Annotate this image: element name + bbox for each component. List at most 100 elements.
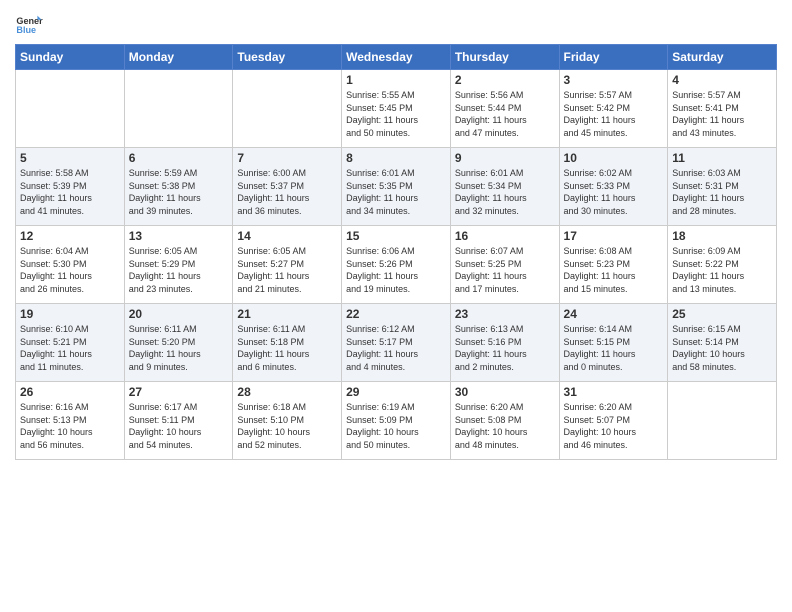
calendar-cell: 29 Sunrise: 6:19 AM Sunset: 5:09 PM Dayli… <box>342 382 451 460</box>
calendar-cell <box>233 70 342 148</box>
calendar-cell: 17 Sunrise: 6:08 AM Sunset: 5:23 PM Dayli… <box>559 226 668 304</box>
day-number: 4 <box>672 73 772 87</box>
logo: General Blue <box>15 10 43 38</box>
calendar-cell: 24 Sunrise: 6:14 AM Sunset: 5:15 PM Dayli… <box>559 304 668 382</box>
day-info: Sunrise: 6:01 AM Sunset: 5:35 PM Dayligh… <box>346 167 446 217</box>
day-info: Sunrise: 5:57 AM Sunset: 5:41 PM Dayligh… <box>672 89 772 139</box>
calendar-cell <box>668 382 777 460</box>
calendar-cell: 20 Sunrise: 6:11 AM Sunset: 5:20 PM Dayli… <box>124 304 233 382</box>
day-number: 17 <box>564 229 664 243</box>
day-number: 2 <box>455 73 555 87</box>
calendar-cell: 23Sunrise: 6:13 AM Sunset: 5:16 PM Dayli… <box>450 304 559 382</box>
calendar-cell: 31 Sunrise: 6:20 AM Sunset: 5:07 PM Dayli… <box>559 382 668 460</box>
calendar-cell: 2 Sunrise: 5:56 AM Sunset: 5:44 PM Daylig… <box>450 70 559 148</box>
weekday-header-saturday: Saturday <box>668 45 777 70</box>
calendar-cell: 30 Sunrise: 6:20 AM Sunset: 5:08 PM Dayli… <box>450 382 559 460</box>
calendar-week-2: 5 Sunrise: 5:58 AM Sunset: 5:39 PM Daylig… <box>16 148 777 226</box>
calendar-cell: 12Sunrise: 6:04 AM Sunset: 5:30 PM Dayli… <box>16 226 125 304</box>
day-info: Sunrise: 6:03 AM Sunset: 5:31 PM Dayligh… <box>672 167 772 217</box>
day-info: Sunrise: 6:15 AM Sunset: 5:14 PM Dayligh… <box>672 323 772 373</box>
svg-text:Blue: Blue <box>16 25 36 35</box>
calendar-cell: 21Sunrise: 6:11 AM Sunset: 5:18 PM Dayli… <box>233 304 342 382</box>
calendar-cell: 16Sunrise: 6:07 AM Sunset: 5:25 PM Dayli… <box>450 226 559 304</box>
calendar-cell: 11 Sunrise: 6:03 AM Sunset: 5:31 PM Dayli… <box>668 148 777 226</box>
weekday-header-row: SundayMondayTuesdayWednesdayThursdayFrid… <box>16 45 777 70</box>
weekday-header-tuesday: Tuesday <box>233 45 342 70</box>
calendar-week-5: 26 Sunrise: 6:16 AM Sunset: 5:13 PM Dayli… <box>16 382 777 460</box>
day-number: 7 <box>237 151 337 165</box>
calendar-cell <box>124 70 233 148</box>
calendar-cell: 27 Sunrise: 6:17 AM Sunset: 5:11 PM Dayli… <box>124 382 233 460</box>
calendar-week-4: 19 Sunrise: 6:10 AM Sunset: 5:21 PM Dayli… <box>16 304 777 382</box>
day-info: Sunrise: 6:20 AM Sunset: 5:07 PM Dayligh… <box>564 401 664 451</box>
day-info: Sunrise: 6:05 AM Sunset: 5:27 PM Dayligh… <box>237 245 337 295</box>
day-info: Sunrise: 6:01 AM Sunset: 5:34 PM Dayligh… <box>455 167 555 217</box>
weekday-header-thursday: Thursday <box>450 45 559 70</box>
day-number: 20 <box>129 307 229 321</box>
day-info: Sunrise: 6:02 AM Sunset: 5:33 PM Dayligh… <box>564 167 664 217</box>
calendar-cell: 1Sunrise: 5:55 AM Sunset: 5:45 PM Daylig… <box>342 70 451 148</box>
day-number: 13 <box>129 229 229 243</box>
day-info: Sunrise: 6:09 AM Sunset: 5:22 PM Dayligh… <box>672 245 772 295</box>
day-number: 31 <box>564 385 664 399</box>
calendar-week-3: 12Sunrise: 6:04 AM Sunset: 5:30 PM Dayli… <box>16 226 777 304</box>
calendar-cell: 7Sunrise: 6:00 AM Sunset: 5:37 PM Daylig… <box>233 148 342 226</box>
calendar-week-1: 1Sunrise: 5:55 AM Sunset: 5:45 PM Daylig… <box>16 70 777 148</box>
day-number: 30 <box>455 385 555 399</box>
day-info: Sunrise: 6:11 AM Sunset: 5:20 PM Dayligh… <box>129 323 229 373</box>
calendar-cell: 4 Sunrise: 5:57 AM Sunset: 5:41 PM Daylig… <box>668 70 777 148</box>
day-number: 8 <box>346 151 446 165</box>
calendar-cell: 19 Sunrise: 6:10 AM Sunset: 5:21 PM Dayli… <box>16 304 125 382</box>
day-info: Sunrise: 6:19 AM Sunset: 5:09 PM Dayligh… <box>346 401 446 451</box>
calendar-cell: 22 Sunrise: 6:12 AM Sunset: 5:17 PM Dayli… <box>342 304 451 382</box>
day-info: Sunrise: 6:17 AM Sunset: 5:11 PM Dayligh… <box>129 401 229 451</box>
calendar-cell: 14 Sunrise: 6:05 AM Sunset: 5:27 PM Dayli… <box>233 226 342 304</box>
day-info: Sunrise: 6:05 AM Sunset: 5:29 PM Dayligh… <box>129 245 229 295</box>
calendar-cell: 10Sunrise: 6:02 AM Sunset: 5:33 PM Dayli… <box>559 148 668 226</box>
day-number: 15 <box>346 229 446 243</box>
day-number: 24 <box>564 307 664 321</box>
weekday-header-friday: Friday <box>559 45 668 70</box>
calendar-cell: 5 Sunrise: 5:58 AM Sunset: 5:39 PM Daylig… <box>16 148 125 226</box>
day-number: 27 <box>129 385 229 399</box>
calendar-cell: 6Sunrise: 5:59 AM Sunset: 5:38 PM Daylig… <box>124 148 233 226</box>
day-info: Sunrise: 5:56 AM Sunset: 5:44 PM Dayligh… <box>455 89 555 139</box>
calendar-cell: 8 Sunrise: 6:01 AM Sunset: 5:35 PM Daylig… <box>342 148 451 226</box>
logo-icon: General Blue <box>15 10 43 38</box>
calendar-cell <box>16 70 125 148</box>
day-number: 11 <box>672 151 772 165</box>
calendar-cell: 18Sunrise: 6:09 AM Sunset: 5:22 PM Dayli… <box>668 226 777 304</box>
day-number: 25 <box>672 307 772 321</box>
weekday-header-monday: Monday <box>124 45 233 70</box>
day-info: Sunrise: 5:55 AM Sunset: 5:45 PM Dayligh… <box>346 89 446 139</box>
day-number: 9 <box>455 151 555 165</box>
calendar-cell: 25 Sunrise: 6:15 AM Sunset: 5:14 PM Dayli… <box>668 304 777 382</box>
calendar-cell: 15 Sunrise: 6:06 AM Sunset: 5:26 PM Dayli… <box>342 226 451 304</box>
day-info: Sunrise: 6:10 AM Sunset: 5:21 PM Dayligh… <box>20 323 120 373</box>
day-info: Sunrise: 6:16 AM Sunset: 5:13 PM Dayligh… <box>20 401 120 451</box>
day-number: 22 <box>346 307 446 321</box>
day-info: Sunrise: 5:58 AM Sunset: 5:39 PM Dayligh… <box>20 167 120 217</box>
calendar-table: SundayMondayTuesdayWednesdayThursdayFrid… <box>15 44 777 460</box>
day-number: 26 <box>20 385 120 399</box>
day-number: 21 <box>237 307 337 321</box>
calendar-cell: 13 Sunrise: 6:05 AM Sunset: 5:29 PM Dayli… <box>124 226 233 304</box>
day-number: 19 <box>20 307 120 321</box>
day-number: 29 <box>346 385 446 399</box>
day-number: 5 <box>20 151 120 165</box>
day-info: Sunrise: 6:14 AM Sunset: 5:15 PM Dayligh… <box>564 323 664 373</box>
day-number: 16 <box>455 229 555 243</box>
day-number: 12 <box>20 229 120 243</box>
page-header: General Blue <box>15 10 777 38</box>
calendar-cell: 28Sunrise: 6:18 AM Sunset: 5:10 PM Dayli… <box>233 382 342 460</box>
calendar-cell: 3Sunrise: 5:57 AM Sunset: 5:42 PM Daylig… <box>559 70 668 148</box>
day-number: 14 <box>237 229 337 243</box>
day-info: Sunrise: 6:20 AM Sunset: 5:08 PM Dayligh… <box>455 401 555 451</box>
day-info: Sunrise: 6:12 AM Sunset: 5:17 PM Dayligh… <box>346 323 446 373</box>
weekday-header-wednesday: Wednesday <box>342 45 451 70</box>
day-info: Sunrise: 6:08 AM Sunset: 5:23 PM Dayligh… <box>564 245 664 295</box>
day-number: 28 <box>237 385 337 399</box>
day-info: Sunrise: 6:06 AM Sunset: 5:26 PM Dayligh… <box>346 245 446 295</box>
day-number: 3 <box>564 73 664 87</box>
day-number: 6 <box>129 151 229 165</box>
